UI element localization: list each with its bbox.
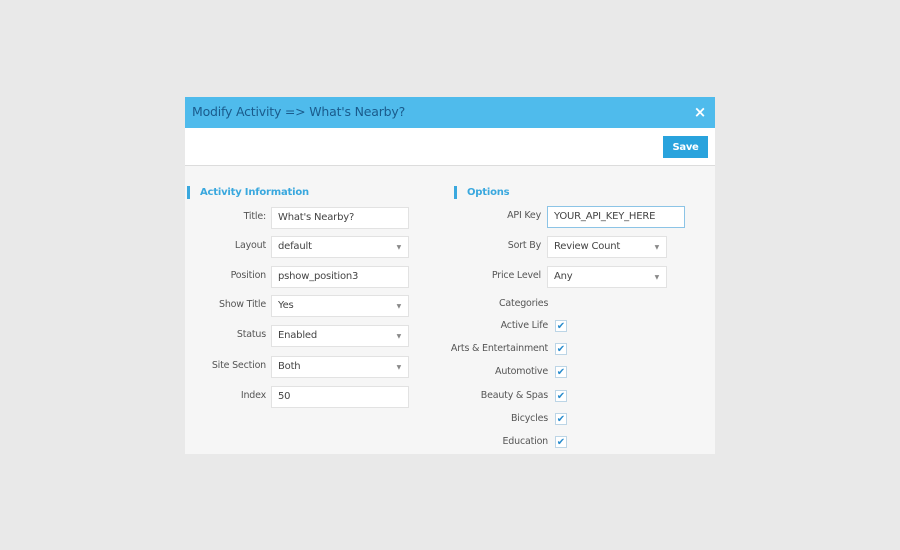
category-checkbox[interactable]: ✔ xyxy=(555,436,567,448)
modal-title: Modify Activity => What's Nearby? xyxy=(192,104,406,119)
chevron-down-icon: ▼ xyxy=(396,244,402,251)
save-button[interactable]: Save xyxy=(663,136,708,158)
category-label: Arts & Entertainment xyxy=(450,343,548,354)
api-key-row: API Key YOUR_API_KEY_HERE xyxy=(445,206,685,228)
site-section-label: Site Section xyxy=(211,360,266,371)
show-title-select-value: Yes xyxy=(278,300,294,311)
category-label: Automotive xyxy=(495,366,548,377)
site-section-select-value: Both xyxy=(278,361,301,372)
category-active-life: Active Life ✔ xyxy=(445,319,568,335)
layout-label: Layout xyxy=(234,240,266,251)
title-label: Title: xyxy=(243,211,267,222)
close-icon[interactable]: × xyxy=(691,103,709,121)
category-checkbox[interactable]: ✔ xyxy=(555,390,567,402)
index-input[interactable]: 50 xyxy=(271,386,409,408)
chevron-down-icon: ▼ xyxy=(654,244,660,251)
category-checkbox[interactable]: ✔ xyxy=(555,366,567,378)
index-row: Index 50 xyxy=(185,386,410,408)
price-level-select[interactable]: Any ▼ xyxy=(547,266,667,288)
status-row: Status Enabled ▼ xyxy=(185,325,410,347)
layout-row: Layout default ▼ xyxy=(185,236,410,258)
layout-select[interactable]: default ▼ xyxy=(271,236,409,258)
price-level-select-value: Any xyxy=(554,271,573,282)
category-bicycles: Bicycles ✔ xyxy=(445,412,568,428)
chevron-down-icon: ▼ xyxy=(396,333,402,340)
price-level-label: Price Level xyxy=(491,270,541,281)
show-title-select[interactable]: Yes ▼ xyxy=(271,295,409,317)
status-select[interactable]: Enabled ▼ xyxy=(271,325,409,347)
position-label: Position xyxy=(230,270,267,281)
category-checkbox[interactable]: ✔ xyxy=(555,343,567,355)
options-heading: Options xyxy=(454,186,510,199)
chevron-down-icon: ▼ xyxy=(396,364,402,371)
modal-toolbar: Save xyxy=(185,128,715,166)
layout-select-value: default xyxy=(278,241,312,252)
category-label: Education xyxy=(502,436,549,447)
show-title-label: Show Title xyxy=(218,299,266,310)
sort-by-label: Sort By xyxy=(507,240,541,251)
site-section-select[interactable]: Both ▼ xyxy=(271,356,409,378)
activity-information-heading: Activity Information xyxy=(187,186,309,199)
title-input[interactable]: What's Nearby? xyxy=(271,207,409,229)
status-label: Status xyxy=(236,329,266,340)
price-level-row: Price Level Any ▼ xyxy=(445,266,685,288)
category-label: Bicycles xyxy=(510,413,548,424)
sort-by-row: Sort By Review Count ▼ xyxy=(445,236,685,258)
chevron-down-icon: ▼ xyxy=(396,303,402,310)
category-label: Beauty & Spas xyxy=(480,390,548,401)
category-checkbox[interactable]: ✔ xyxy=(555,320,567,332)
status-select-value: Enabled xyxy=(278,330,318,341)
chevron-down-icon: ▼ xyxy=(654,274,660,281)
category-automotive: Automotive ✔ xyxy=(445,365,568,381)
categories-label: Categories xyxy=(499,298,549,309)
sort-by-select[interactable]: Review Count ▼ xyxy=(547,236,667,258)
sort-by-select-value: Review Count xyxy=(554,241,621,252)
modal-header: Modify Activity => What's Nearby? × xyxy=(185,97,715,128)
modify-activity-modal: Modify Activity => What's Nearby? × Save… xyxy=(185,97,715,454)
index-label: Index xyxy=(240,390,266,401)
title-row: Title: What's Nearby? xyxy=(185,207,410,229)
position-row: Position pshow_position3 xyxy=(185,266,410,288)
category-education: Education ✔ xyxy=(445,435,568,451)
category-arts-entertainment: Arts & Entertainment ✔ xyxy=(445,342,568,358)
show-title-row: Show Title Yes ▼ xyxy=(185,295,410,317)
category-checkbox[interactable]: ✔ xyxy=(555,413,567,425)
category-beauty-spas: Beauty & Spas ✔ xyxy=(445,389,568,405)
category-label: Active Life xyxy=(500,320,549,331)
api-key-label: API Key xyxy=(507,210,541,221)
position-input[interactable]: pshow_position3 xyxy=(271,266,409,288)
api-key-input[interactable]: YOUR_API_KEY_HERE xyxy=(547,206,685,228)
site-section-row: Site Section Both ▼ xyxy=(185,356,410,378)
